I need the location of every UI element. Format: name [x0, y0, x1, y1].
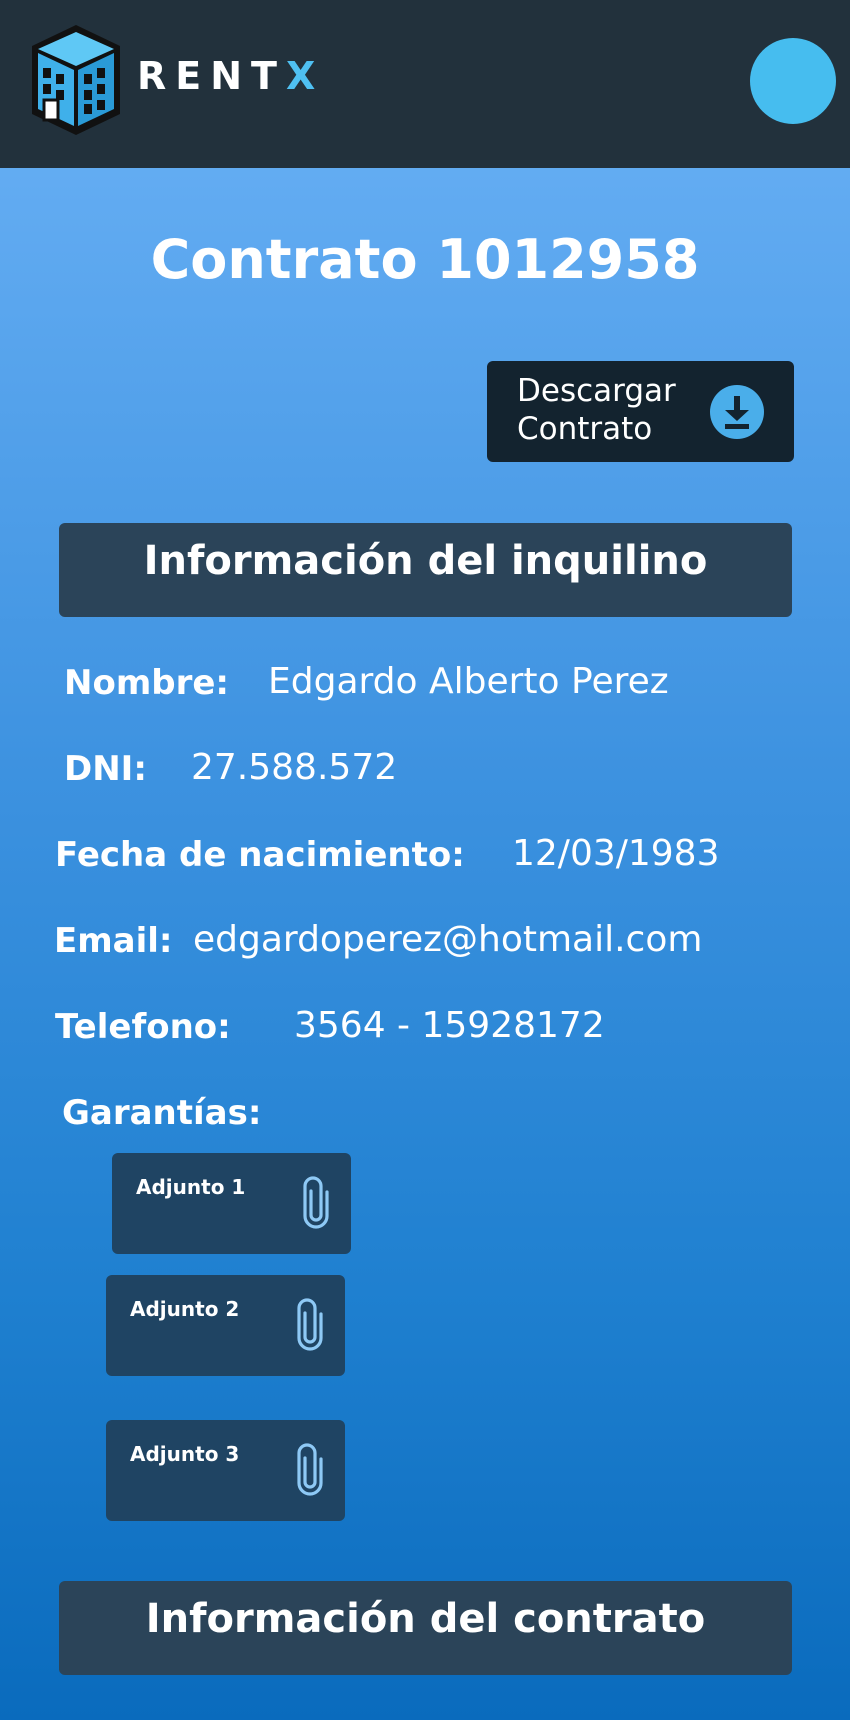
- tenant-info-title: Información del inquilino: [143, 538, 708, 584]
- download-contract-button[interactable]: Descargar Contrato: [487, 361, 794, 462]
- download-contract-label: Descargar Contrato: [517, 373, 676, 447]
- phone-label: Telefono:: [55, 1007, 231, 1047]
- email-label: Email:: [54, 921, 173, 961]
- page-title: Contrato 1012958: [150, 228, 700, 291]
- top-bar: RENTX: [0, 0, 850, 168]
- name-value: Edgardo Alberto Perez: [268, 661, 669, 702]
- dni-value: 27.588.572: [191, 747, 398, 788]
- app-name-accent: X: [285, 54, 325, 98]
- building-logo-icon: [32, 25, 120, 135]
- birthdate-value: 12/03/1983: [512, 833, 720, 874]
- paperclip-icon: [297, 1443, 323, 1496]
- attachment-3-label: Adjunto 3: [130, 1442, 240, 1466]
- contract-info-title: Información del contrato: [145, 1596, 706, 1642]
- phone-value: 3564 - 15928172: [294, 1005, 605, 1046]
- attachment-2-label: Adjunto 2: [130, 1297, 240, 1321]
- email-value: edgardoperez@hotmail.com: [193, 919, 703, 960]
- attachment-1-label: Adjunto 1: [136, 1175, 246, 1199]
- attachment-1-button[interactable]: Adjunto 1: [112, 1153, 351, 1254]
- paperclip-icon: [303, 1176, 329, 1229]
- attachment-2-button[interactable]: Adjunto 2: [106, 1275, 345, 1376]
- app-logo-text: RENTX: [137, 54, 324, 98]
- avatar[interactable]: [750, 38, 836, 124]
- contract-info-header: Información del contrato: [59, 1581, 792, 1675]
- download-icon: [710, 385, 764, 439]
- app-name-main: RENT: [137, 54, 286, 98]
- paperclip-icon: [297, 1298, 323, 1351]
- dni-label: DNI:: [64, 749, 147, 789]
- name-label: Nombre:: [64, 663, 230, 703]
- attachment-3-button[interactable]: Adjunto 3: [106, 1420, 345, 1521]
- tenant-info-header: Información del inquilino: [59, 523, 792, 617]
- birthdate-label: Fecha de nacimiento:: [55, 835, 465, 875]
- guarantees-label: Garantías:: [62, 1093, 262, 1133]
